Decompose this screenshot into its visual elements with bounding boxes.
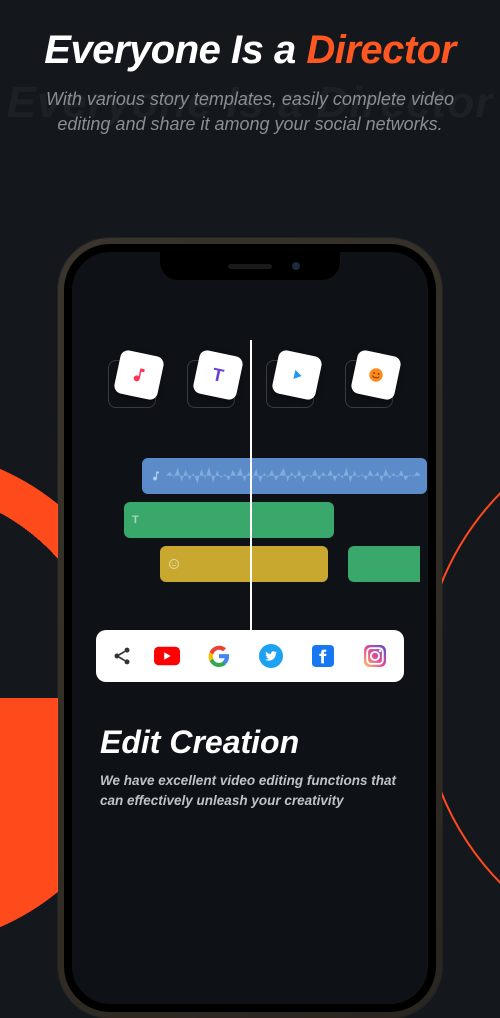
phone-notch [160, 252, 340, 280]
instagram-button[interactable] [360, 641, 390, 671]
facebook-button[interactable] [308, 641, 338, 671]
share-platforms [152, 641, 390, 671]
share-button[interactable] [110, 641, 134, 671]
audio-track[interactable] [142, 458, 427, 494]
tool-slot-sticker[interactable] [345, 360, 393, 408]
playhead-line-main[interactable] [250, 420, 252, 638]
music-note-icon [150, 470, 162, 482]
tool-slot-text[interactable]: T [187, 360, 235, 408]
hero-title-accent: Director [306, 28, 455, 72]
text-track[interactable]: T [124, 502, 334, 538]
instagram-icon [364, 645, 386, 667]
hero-title-pre: Everyone Is a [44, 28, 306, 72]
play-icon [287, 366, 306, 385]
tool-slot-music[interactable] [108, 360, 156, 408]
waveform [166, 464, 421, 488]
text-track-2[interactable] [348, 546, 420, 582]
sticker-track[interactable] [160, 546, 328, 582]
notch-camera [292, 262, 300, 270]
facebook-icon [312, 645, 334, 667]
youtube-button[interactable] [152, 641, 182, 671]
notch-speaker [228, 264, 272, 269]
google-button[interactable] [204, 641, 234, 671]
google-icon [208, 645, 230, 667]
section-title: Edit Creation [100, 724, 428, 761]
music-icon [128, 364, 149, 385]
twitter-button[interactable] [256, 641, 286, 671]
sticker-icon [365, 364, 386, 385]
playhead-line [250, 340, 252, 420]
hero-title: Everyone Is a Director [0, 28, 500, 73]
play-tool-card [270, 349, 322, 401]
youtube-icon [154, 646, 180, 666]
twitter-icon [259, 644, 283, 668]
text-tool-card: T [191, 349, 243, 401]
sticker-track-icon [168, 558, 180, 570]
sticker-tool-card [349, 349, 401, 401]
tool-slot-play[interactable] [266, 360, 314, 408]
share-icon [112, 646, 132, 666]
text-icon: T [210, 364, 225, 387]
section-body: We have excellent video editing function… [100, 771, 400, 812]
text-track-icon: T [132, 514, 144, 526]
hero-subtitle: With various story templates, easily com… [24, 87, 476, 137]
phone-frame: T T [58, 238, 442, 1018]
music-tool-card [112, 349, 164, 401]
phone-screen: T T [64, 244, 436, 1012]
